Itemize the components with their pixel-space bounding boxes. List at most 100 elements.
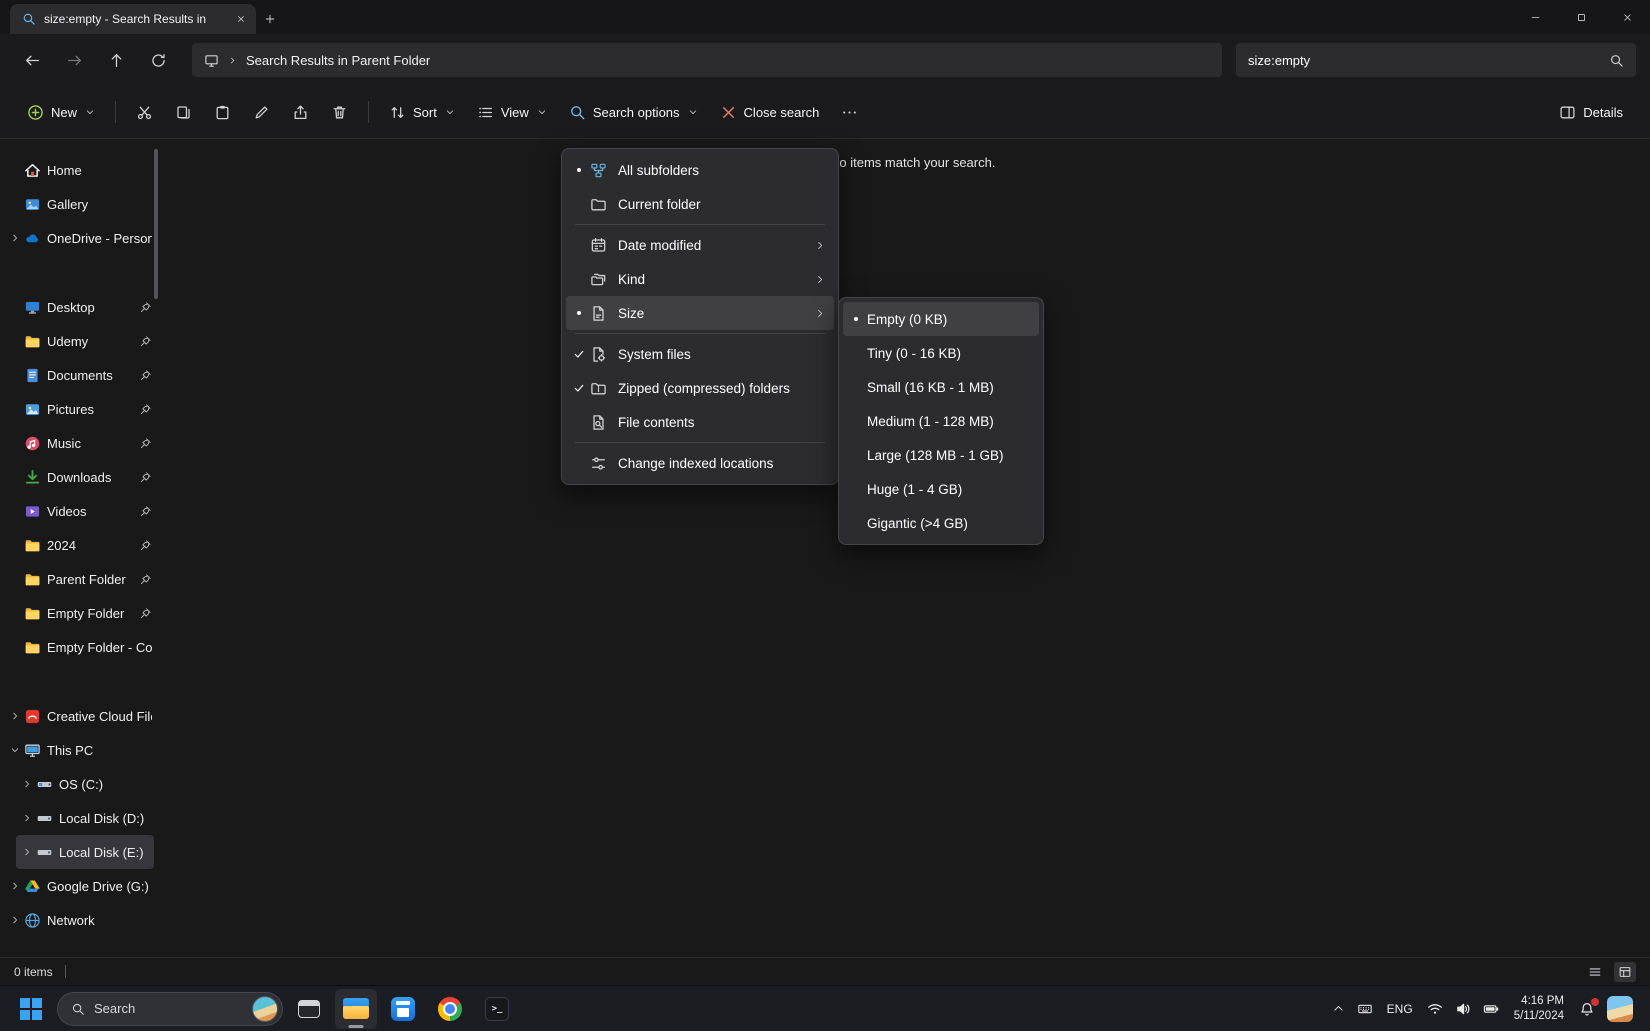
menu-item-label: Tiny (0 - 16 KB) (867, 345, 962, 361)
close-search-button[interactable]: Close search (709, 94, 831, 130)
volume-button[interactable] (1450, 990, 1476, 1028)
search-options-button[interactable]: Search options (558, 94, 709, 130)
back-button[interactable] (14, 43, 50, 77)
view-button[interactable]: View (466, 94, 558, 130)
store-taskbar-button[interactable] (382, 989, 424, 1029)
sidebar-item-gallery[interactable]: Gallery (4, 187, 154, 221)
terminal-taskbar-button[interactable] (476, 989, 518, 1029)
menu-item-current-folder[interactable]: Current folder (566, 187, 834, 221)
sidebar-item-empty-folder-copy[interactable]: Empty Folder - Copy (4, 630, 154, 664)
rename-button[interactable] (242, 94, 281, 130)
search-highlight-image[interactable] (252, 995, 278, 1022)
size-option-gigantic-4-gb[interactable]: Gigantic (>4 GB) (843, 506, 1039, 540)
taskbar-search[interactable]: Search (57, 991, 283, 1026)
menu-item-change-indexed-locations[interactable]: Change indexed locations (566, 446, 834, 480)
sidebar-item-pictures[interactable]: Pictures (4, 392, 154, 426)
sidebar-item-onedrive-personal[interactable]: OneDrive - Personal (4, 221, 154, 255)
paste-button[interactable] (203, 94, 242, 130)
file-contents-icon (590, 414, 607, 431)
menu-item-file-contents[interactable]: File contents (566, 405, 834, 439)
sidebar-item-local-disk-d[interactable]: Local Disk (D:) (16, 801, 154, 835)
explorer-tab[interactable]: size:empty - Search Results in (10, 4, 256, 34)
sidebar-item-empty-folder[interactable]: Empty Folder (4, 596, 154, 630)
menu-item-kind[interactable]: Kind (566, 262, 834, 296)
new-tab-button[interactable] (256, 5, 284, 33)
menu-item-all-subfolders[interactable]: All subfolders (566, 153, 834, 187)
menu-item-size[interactable]: Size (566, 296, 834, 330)
chevron-right-icon[interactable] (8, 711, 22, 721)
chevron-down-icon[interactable] (8, 745, 22, 755)
clock[interactable]: 4:16 PM 5/11/2024 (1506, 994, 1572, 1024)
sidebar-item-videos[interactable]: Videos (4, 494, 154, 528)
menu-item-date-modified[interactable]: Date modified (566, 228, 834, 262)
sidebar-item-udemy[interactable]: Udemy (4, 324, 154, 358)
chevron-right-icon[interactable] (20, 779, 34, 789)
sidebar-item-downloads[interactable]: Downloads (4, 460, 154, 494)
file-explorer-taskbar-button[interactable] (335, 988, 377, 1029)
size-option-huge-1-4-gb[interactable]: Huge (1 - 4 GB) (843, 472, 1039, 506)
sidebar-item-home[interactable]: Home (4, 153, 154, 187)
sidebar-item-google-drive-g[interactable]: Google Drive (G:) (4, 869, 154, 903)
breadcrumb-chevron-icon[interactable] (228, 56, 237, 65)
new-button[interactable]: New (16, 94, 106, 130)
wifi-button[interactable] (1422, 990, 1448, 1028)
size-option-small-16-kb-1-mb[interactable]: Small (16 KB - 1 MB) (843, 370, 1039, 404)
language-indicator[interactable]: ENG (1380, 1002, 1420, 1016)
sidebar-item-local-disk-e[interactable]: Local Disk (E:) (16, 835, 154, 869)
size-option-empty-0-kb[interactable]: Empty (0 KB) (843, 302, 1039, 336)
chevron-right-icon[interactable] (20, 847, 34, 857)
chrome-taskbar-button[interactable] (429, 989, 471, 1029)
task-view-button[interactable] (288, 989, 330, 1029)
search-box[interactable] (1236, 43, 1636, 77)
details-view-toggle[interactable] (1584, 962, 1606, 982)
cut-button[interactable] (125, 94, 164, 130)
large-thumbnails-toggle[interactable] (1614, 961, 1636, 982)
chevron-right-icon[interactable] (8, 881, 22, 891)
battery-button[interactable] (1478, 990, 1504, 1028)
menu-item-zipped-compressed-folders[interactable]: Zipped (compressed) folders (566, 371, 834, 405)
details-pane-button[interactable]: Details (1548, 94, 1634, 130)
chevron-right-icon[interactable] (8, 233, 22, 243)
sidebar-item-desktop[interactable]: Desktop (4, 290, 154, 324)
copy-button[interactable] (164, 94, 203, 130)
sort-label: Sort (413, 104, 437, 120)
state-spacer (845, 449, 867, 461)
search-input[interactable] (1248, 52, 1601, 68)
refresh-icon (150, 52, 167, 69)
sidebar-item-parent-folder[interactable]: Parent Folder (4, 562, 154, 596)
start-button[interactable] (10, 989, 52, 1029)
search-icon[interactable] (1609, 53, 1624, 68)
size-option-large-128-mb-1-gb[interactable]: Large (128 MB - 1 GB) (843, 438, 1039, 472)
tray-overflow-button[interactable] (1327, 990, 1350, 1028)
sidebar-item-this-pc[interactable]: This PC (4, 733, 154, 767)
menu-item-system-files[interactable]: System files (566, 337, 834, 371)
sidebar-scrollbar[interactable] (154, 149, 158, 299)
sidebar-item-2024[interactable]: 2024 (4, 528, 154, 562)
refresh-button[interactable] (140, 43, 176, 77)
close-button[interactable] (1604, 0, 1650, 34)
more-options-button[interactable] (830, 94, 869, 130)
address-bar[interactable]: Search Results in Parent Folder (192, 43, 1222, 77)
tab-close-icon[interactable] (232, 10, 250, 28)
size-option-medium-1-128-mb[interactable]: Medium (1 - 128 MB) (843, 404, 1039, 438)
sidebar-item-network[interactable]: Network (4, 903, 154, 937)
sort-button[interactable]: Sort (378, 94, 466, 130)
maximize-button[interactable] (1558, 0, 1604, 34)
share-button[interactable] (281, 94, 320, 130)
up-button[interactable] (98, 43, 134, 77)
touch-keyboard-button[interactable] (1352, 990, 1378, 1028)
notifications-button[interactable] (1574, 990, 1600, 1028)
delete-button[interactable] (320, 94, 359, 130)
forward-button[interactable] (56, 43, 92, 77)
breadcrumb[interactable]: Search Results in Parent Folder (246, 53, 430, 68)
sidebar-item-documents[interactable]: Documents (4, 358, 154, 392)
widget-button[interactable] (1602, 990, 1638, 1028)
sidebar-item-os-c[interactable]: OS (C:) (16, 767, 154, 801)
minimize-button[interactable] (1512, 0, 1558, 34)
sidebar-item-music[interactable]: Music (4, 426, 154, 460)
sidebar-item-creative-cloud-files[interactable]: Creative Cloud Files (4, 699, 154, 733)
chevron-right-icon[interactable] (20, 813, 34, 823)
chevron-right-icon[interactable] (8, 915, 22, 925)
size-option-tiny-0-16-kb[interactable]: Tiny (0 - 16 KB) (843, 336, 1039, 370)
